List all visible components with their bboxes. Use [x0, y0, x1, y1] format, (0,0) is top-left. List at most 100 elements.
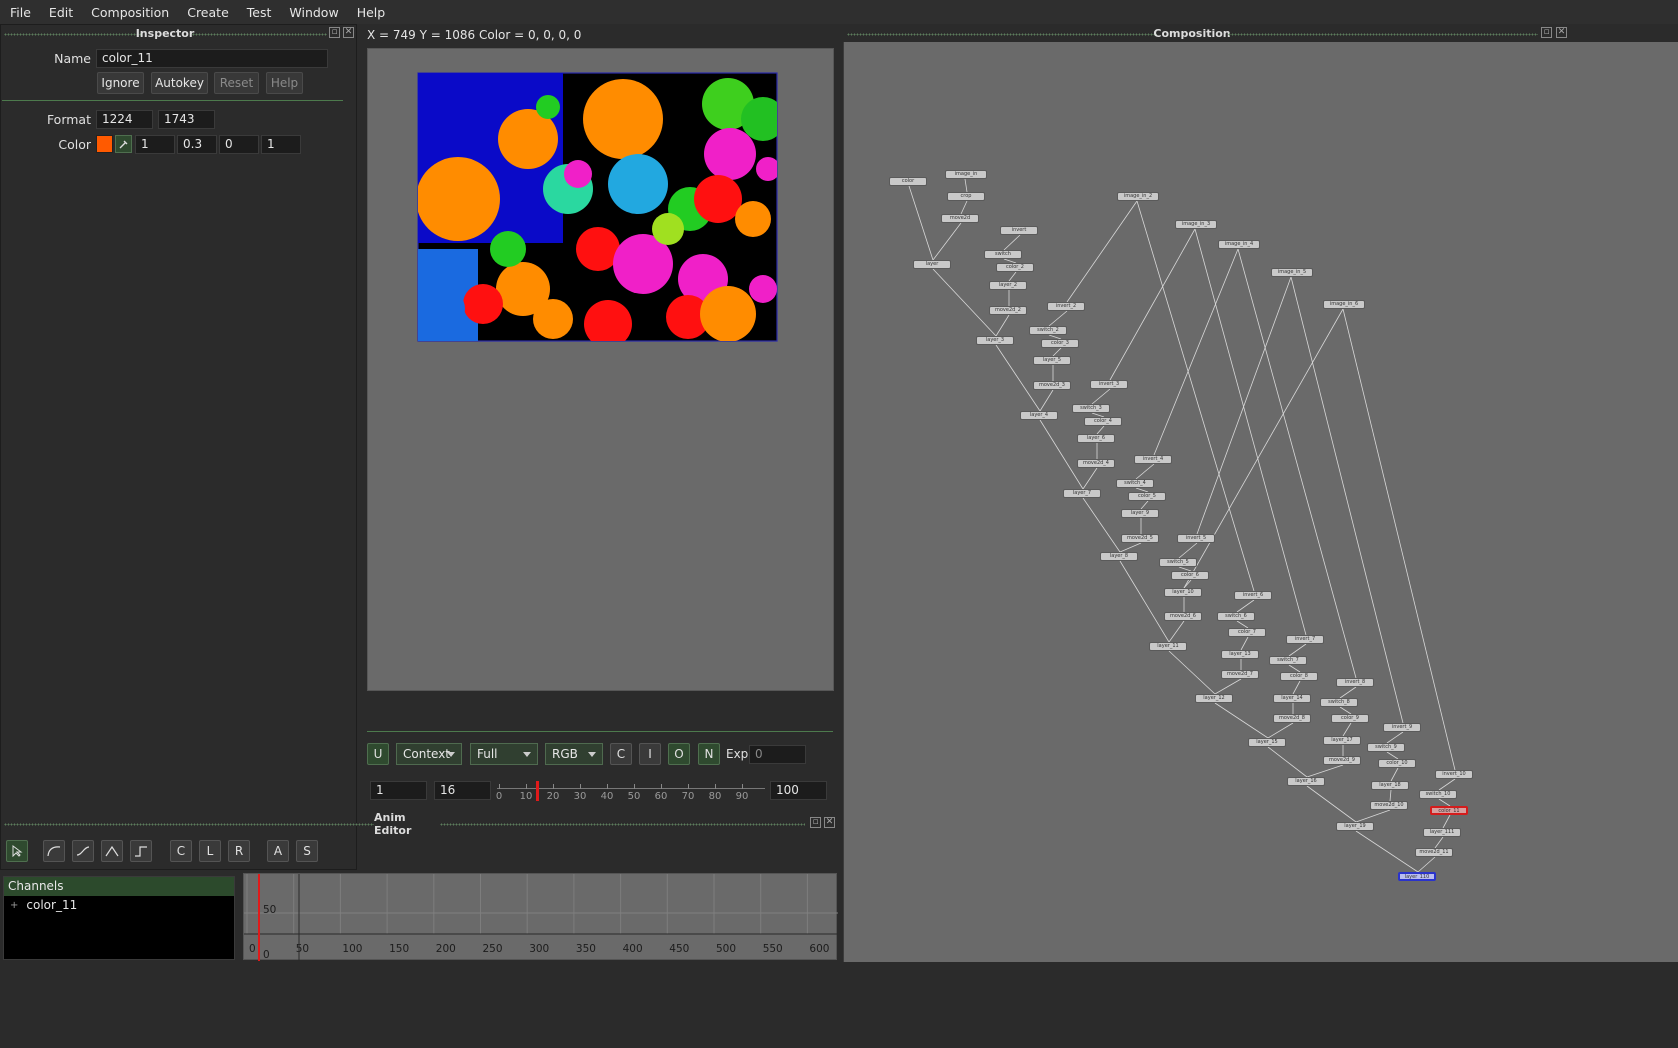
menu-composition[interactable]: Composition: [82, 5, 178, 20]
color-g-input[interactable]: 0.3: [177, 135, 217, 154]
node-switch-2[interactable]: switch_2: [1029, 326, 1067, 335]
node-image-in-2[interactable]: image_in_2: [1117, 192, 1159, 201]
node-invert[interactable]: invert: [1000, 226, 1038, 235]
channel-select[interactable]: RGB: [545, 743, 603, 765]
node-color-2[interactable]: color_2: [996, 263, 1034, 272]
menu-file[interactable]: File: [0, 5, 40, 20]
node-layer[interactable]: layer: [913, 260, 951, 269]
menu-edit[interactable]: Edit: [40, 5, 82, 20]
node-color-7[interactable]: color_7: [1228, 628, 1266, 637]
format-height-input[interactable]: 1743: [158, 110, 215, 129]
c-button[interactable]: C: [170, 840, 192, 862]
node-layer-3[interactable]: layer_3: [976, 336, 1014, 345]
node-image-in-4[interactable]: image_in_4: [1218, 240, 1260, 249]
node-image-in-6[interactable]: image_in_6: [1323, 300, 1365, 309]
start-frame-input[interactable]: 1: [370, 781, 427, 800]
node-layer-4[interactable]: layer_4: [1020, 411, 1058, 420]
node-layer-12[interactable]: layer_12: [1195, 694, 1233, 703]
node-layer-17[interactable]: layer_17: [1323, 736, 1361, 745]
node-layer-14[interactable]: layer_14: [1273, 694, 1311, 703]
node-invert-10[interactable]: invert_10: [1435, 770, 1473, 779]
node-move2d[interactable]: move2d: [941, 214, 979, 223]
node-image-in-3[interactable]: image_in_3: [1175, 220, 1217, 229]
node-layer-19[interactable]: layer_19: [1336, 822, 1374, 831]
eyedropper-icon[interactable]: [115, 135, 132, 153]
node-color-3[interactable]: color_3: [1041, 339, 1079, 348]
node-move2d-11[interactable]: move2d_11: [1415, 848, 1453, 857]
float-panel-icon[interactable]: ▫: [329, 27, 340, 38]
node-color-10[interactable]: color_10: [1378, 759, 1416, 768]
current-frame-input[interactable]: 16: [434, 781, 491, 800]
format-width-input[interactable]: 1224: [96, 110, 153, 129]
node-move2d-3[interactable]: move2d_3: [1033, 381, 1071, 390]
node-move2d-7[interactable]: move2d_7: [1221, 670, 1259, 679]
c-toggle-button[interactable]: C: [610, 743, 632, 765]
node-image-in[interactable]: image_in: [945, 170, 987, 179]
node-layer-18[interactable]: layer_18: [1371, 781, 1409, 790]
node-layer-15[interactable]: layer_15: [1248, 738, 1286, 747]
curve-smooth-icon[interactable]: [43, 840, 65, 862]
node-color-11[interactable]: color_11: [1430, 806, 1468, 815]
node-layer-13[interactable]: layer_13: [1221, 650, 1259, 659]
n-toggle-button[interactable]: N: [698, 743, 720, 765]
node-switch-10[interactable]: switch_10: [1419, 790, 1457, 799]
close-panel-icon[interactable]: ✕: [824, 817, 835, 828]
node-invert-8[interactable]: invert_8: [1336, 678, 1374, 687]
resolution-select[interactable]: Full: [470, 743, 538, 765]
menu-window[interactable]: Window: [280, 5, 347, 20]
curve-editor[interactable]: 0 50 100 150 200 250 300 350 400 450 500 550 600 50 0: [243, 873, 838, 961]
node-layer-110[interactable]: layer_110: [1398, 872, 1436, 881]
node-invert-6[interactable]: invert_6: [1234, 591, 1272, 600]
node-move2d-6[interactable]: move2d_6: [1164, 612, 1202, 621]
node-switch[interactable]: switch: [984, 250, 1022, 259]
time-slider[interactable]: 0 10 20 30 40 50 60 70 80 90: [496, 779, 765, 803]
node-invert-3[interactable]: invert_3: [1090, 380, 1128, 389]
node-move2d-2[interactable]: move2d_2: [989, 306, 1027, 315]
node-layer-111[interactable]: layer_111: [1423, 828, 1461, 837]
node-switch-3[interactable]: switch_3: [1072, 404, 1110, 413]
node-image-in-5[interactable]: image_in_5: [1271, 268, 1313, 277]
node-move2d-9[interactable]: move2d_9: [1323, 756, 1361, 765]
node-move2d-5[interactable]: move2d_5: [1121, 534, 1159, 543]
node-color-6[interactable]: color_6: [1171, 571, 1209, 580]
color-r-input[interactable]: 1: [135, 135, 175, 154]
node-switch-7[interactable]: switch_7: [1269, 656, 1307, 665]
node-invert-9[interactable]: invert_9: [1383, 723, 1421, 732]
node-layer-10[interactable]: layer_10: [1164, 588, 1202, 597]
name-input[interactable]: color_11: [96, 49, 328, 68]
node-move2d-8[interactable]: move2d_8: [1273, 714, 1311, 723]
node-color[interactable]: color: [889, 177, 927, 186]
node-color-5[interactable]: color_5: [1128, 492, 1166, 501]
node-invert-4[interactable]: invert_4: [1134, 455, 1172, 464]
node-layer-2[interactable]: layer_2: [989, 281, 1027, 290]
close-panel-icon[interactable]: ✕: [1556, 27, 1567, 38]
node-switch-5[interactable]: switch_5: [1159, 558, 1197, 567]
node-switch-8[interactable]: switch_8: [1320, 698, 1358, 707]
a-button[interactable]: A: [267, 840, 289, 862]
channel-row[interactable]: + color_11: [4, 896, 234, 914]
autokey-button[interactable]: Autokey: [151, 72, 208, 94]
select-tool-icon[interactable]: [6, 840, 28, 862]
node-invert-7[interactable]: invert_7: [1286, 635, 1324, 644]
node-invert-2[interactable]: invert_2: [1047, 302, 1085, 311]
node-layer-6[interactable]: layer_6: [1077, 434, 1115, 443]
node-layer-7[interactable]: layer_7: [1063, 489, 1101, 498]
float-panel-icon[interactable]: ▫: [810, 817, 821, 828]
o-toggle-button[interactable]: O: [668, 743, 690, 765]
float-panel-icon[interactable]: ▫: [1541, 27, 1552, 38]
node-invert-5[interactable]: invert_5: [1177, 534, 1215, 543]
node-switch-4[interactable]: switch_4: [1116, 479, 1154, 488]
node-layer-9[interactable]: layer_9: [1121, 509, 1159, 518]
context-select[interactable]: Context: [396, 743, 462, 765]
node-layer-16[interactable]: layer_16: [1287, 777, 1325, 786]
node-move2d-10[interactable]: move2d_10: [1370, 801, 1408, 810]
l-button[interactable]: L: [199, 840, 221, 862]
color-a-input[interactable]: 1: [261, 135, 301, 154]
node-color-8[interactable]: color_8: [1280, 672, 1318, 681]
color-swatch[interactable]: [96, 135, 113, 153]
close-panel-icon[interactable]: ✕: [343, 27, 354, 38]
expand-icon[interactable]: +: [10, 900, 18, 911]
node-switch-6[interactable]: switch_6: [1217, 612, 1255, 621]
i-toggle-button[interactable]: I: [639, 743, 661, 765]
reset-button[interactable]: Reset: [214, 72, 259, 94]
